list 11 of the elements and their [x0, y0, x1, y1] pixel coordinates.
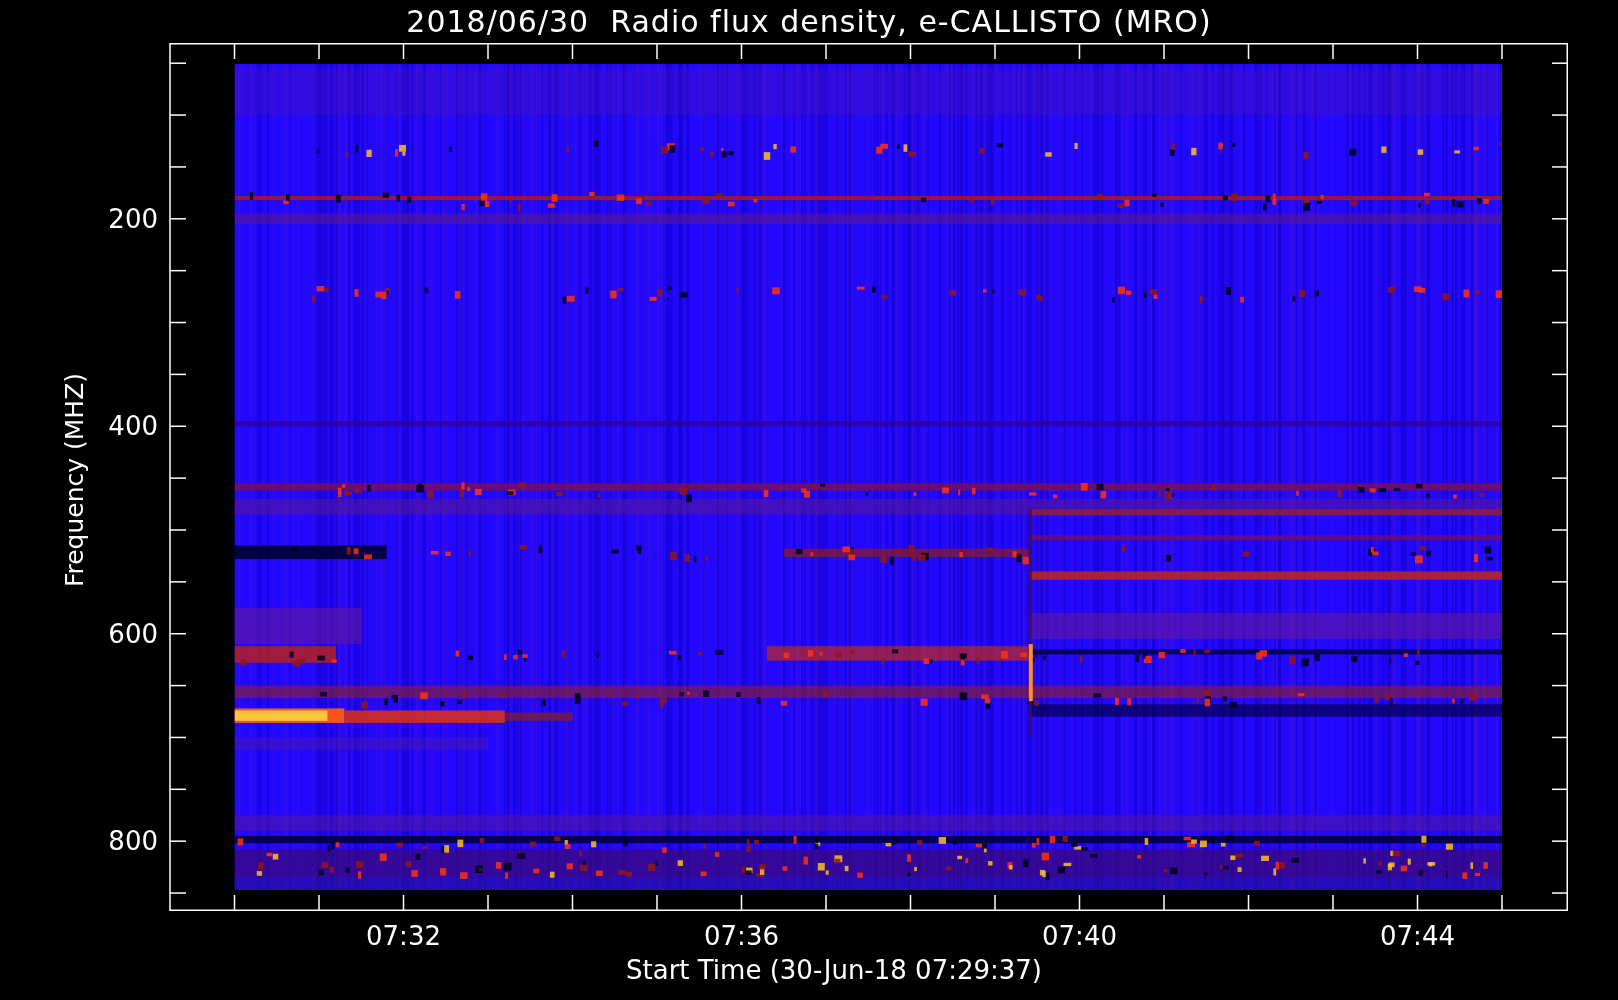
- tick-label: 07:36: [704, 921, 779, 951]
- tick-label: 07:44: [1380, 921, 1455, 951]
- tick-label: 600: [108, 618, 158, 649]
- tick-label: 07:32: [366, 921, 441, 951]
- tick-label: 07:40: [1042, 921, 1117, 951]
- tick-label: 200: [108, 203, 158, 234]
- tick-label: 400: [108, 411, 158, 442]
- axis-title: Frequency (MHZ): [59, 372, 89, 588]
- tick-label: 800: [108, 826, 158, 857]
- axis-title: Start Time (30-Jun-18 07:29:37): [626, 955, 1042, 985]
- plot-title: 2018/06/30 Radio flux density, e-CALLISTO (MRO): [405, 3, 1213, 41]
